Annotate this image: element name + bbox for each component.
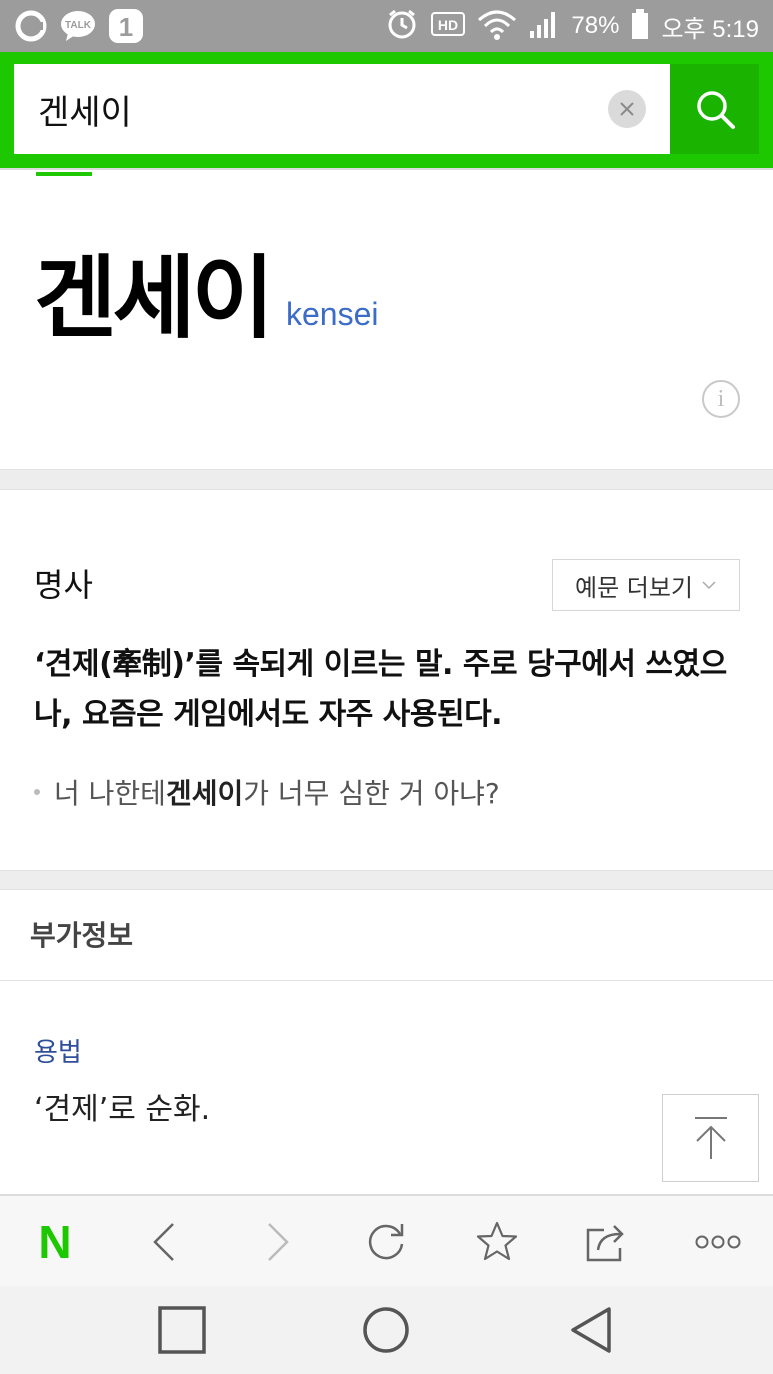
- battery-percent: 78%: [571, 12, 620, 39]
- status-bar-notifications: TALK 1: [14, 8, 144, 48]
- forward-button[interactable]: [250, 1214, 306, 1270]
- recent-apps-button[interactable]: [154, 1302, 210, 1358]
- more-examples-button[interactable]: 예문 더보기: [552, 559, 740, 611]
- browser-toolbar: N: [0, 1194, 773, 1286]
- search-box: [14, 64, 670, 154]
- section-gap: [0, 470, 773, 490]
- search-input[interactable]: [38, 86, 598, 132]
- share-icon: [586, 1225, 624, 1262]
- search-header: [0, 52, 773, 168]
- forward-icon: [268, 1223, 289, 1261]
- wifi-icon: [477, 8, 517, 44]
- home-icon: [363, 1307, 409, 1353]
- g-icon: [14, 9, 48, 47]
- example-sentence: 너 나한테 겐세이 가 너무 심한 거 아냐?: [34, 772, 744, 812]
- hd-icon: HD: [431, 10, 466, 42]
- naver-logo: N: [38, 1216, 72, 1268]
- part-of-speech: 명사: [34, 566, 93, 604]
- talk-icon: TALK: [60, 9, 96, 47]
- example-text-before: 너 나한테: [54, 777, 166, 810]
- clock: 오후 5:19: [661, 15, 759, 43]
- section-gap: [0, 870, 773, 890]
- search-icon: [696, 91, 735, 129]
- additional-info-card: 부가정보 용법 ‘견제’로 순화.: [0, 890, 773, 1194]
- home-button[interactable]: [358, 1302, 414, 1358]
- alarm-icon: [385, 7, 419, 45]
- more-icon: [695, 1235, 741, 1249]
- system-back-button[interactable]: [562, 1302, 618, 1358]
- search-button[interactable]: [670, 64, 759, 154]
- entry-header-card: 겐세이 kensei i: [0, 176, 773, 470]
- search-header-divider: [0, 168, 773, 174]
- additional-info-title: 부가정보: [30, 919, 134, 952]
- info-icon: i: [717, 385, 725, 412]
- divider: [0, 980, 773, 981]
- definition-card: 명사 예문 더보기 ‘견제(牽制)’를 속되게 이르는 말. 주로 당구에서 쓰…: [0, 490, 773, 870]
- clear-search-button[interactable]: [608, 90, 646, 128]
- back-button[interactable]: [136, 1214, 192, 1270]
- definition-text: ‘견제(牽制)’를 속되게 이르는 말. 주로 당구에서 쓰였으나, 요즘은 게…: [34, 647, 727, 732]
- signal-icon: [529, 9, 559, 43]
- refresh-icon: [368, 1224, 404, 1260]
- talk-icon-label: TALK: [65, 20, 92, 31]
- close-icon: [620, 102, 634, 116]
- back-icon: [153, 1223, 174, 1261]
- one-icon: 1: [108, 8, 144, 48]
- back-triangle-icon: [571, 1307, 611, 1353]
- pronunciation: kensei: [286, 296, 379, 332]
- bookmark-button[interactable]: [469, 1214, 525, 1270]
- example-text-after: 가 너무 심한 거 아냐?: [243, 777, 500, 810]
- usage-label: 용법: [34, 1038, 82, 1068]
- bullet-icon: [34, 789, 40, 795]
- chevron-down-icon: [702, 581, 716, 590]
- hd-icon-label: HD: [438, 17, 458, 33]
- recent-apps-icon: [158, 1306, 206, 1354]
- one-icon-label: 1: [119, 12, 133, 42]
- arrow-up-to-top-icon: [694, 1117, 727, 1159]
- status-bar: TALK 1 HD 78% 오후 5:19: [0, 0, 773, 52]
- more-examples-label: 예문 더보기: [574, 573, 694, 602]
- more-menu-button[interactable]: [690, 1214, 746, 1270]
- battery-icon: [631, 8, 649, 44]
- bookmark-star-icon: [476, 1221, 518, 1261]
- system-navigation-bar: [0, 1286, 773, 1374]
- naver-home-button[interactable]: N: [27, 1214, 83, 1270]
- example-highlight: 겐세이: [165, 777, 244, 810]
- status-bar-system: HD 78% 오후 5:19: [385, 8, 759, 44]
- info-button[interactable]: i: [702, 380, 740, 418]
- usage-text: ‘견제’로 순화.: [34, 1092, 211, 1127]
- headword: 겐세이: [34, 246, 274, 351]
- scroll-to-top-button[interactable]: [662, 1094, 759, 1182]
- share-button[interactable]: [578, 1214, 634, 1270]
- refresh-button[interactable]: [358, 1214, 414, 1270]
